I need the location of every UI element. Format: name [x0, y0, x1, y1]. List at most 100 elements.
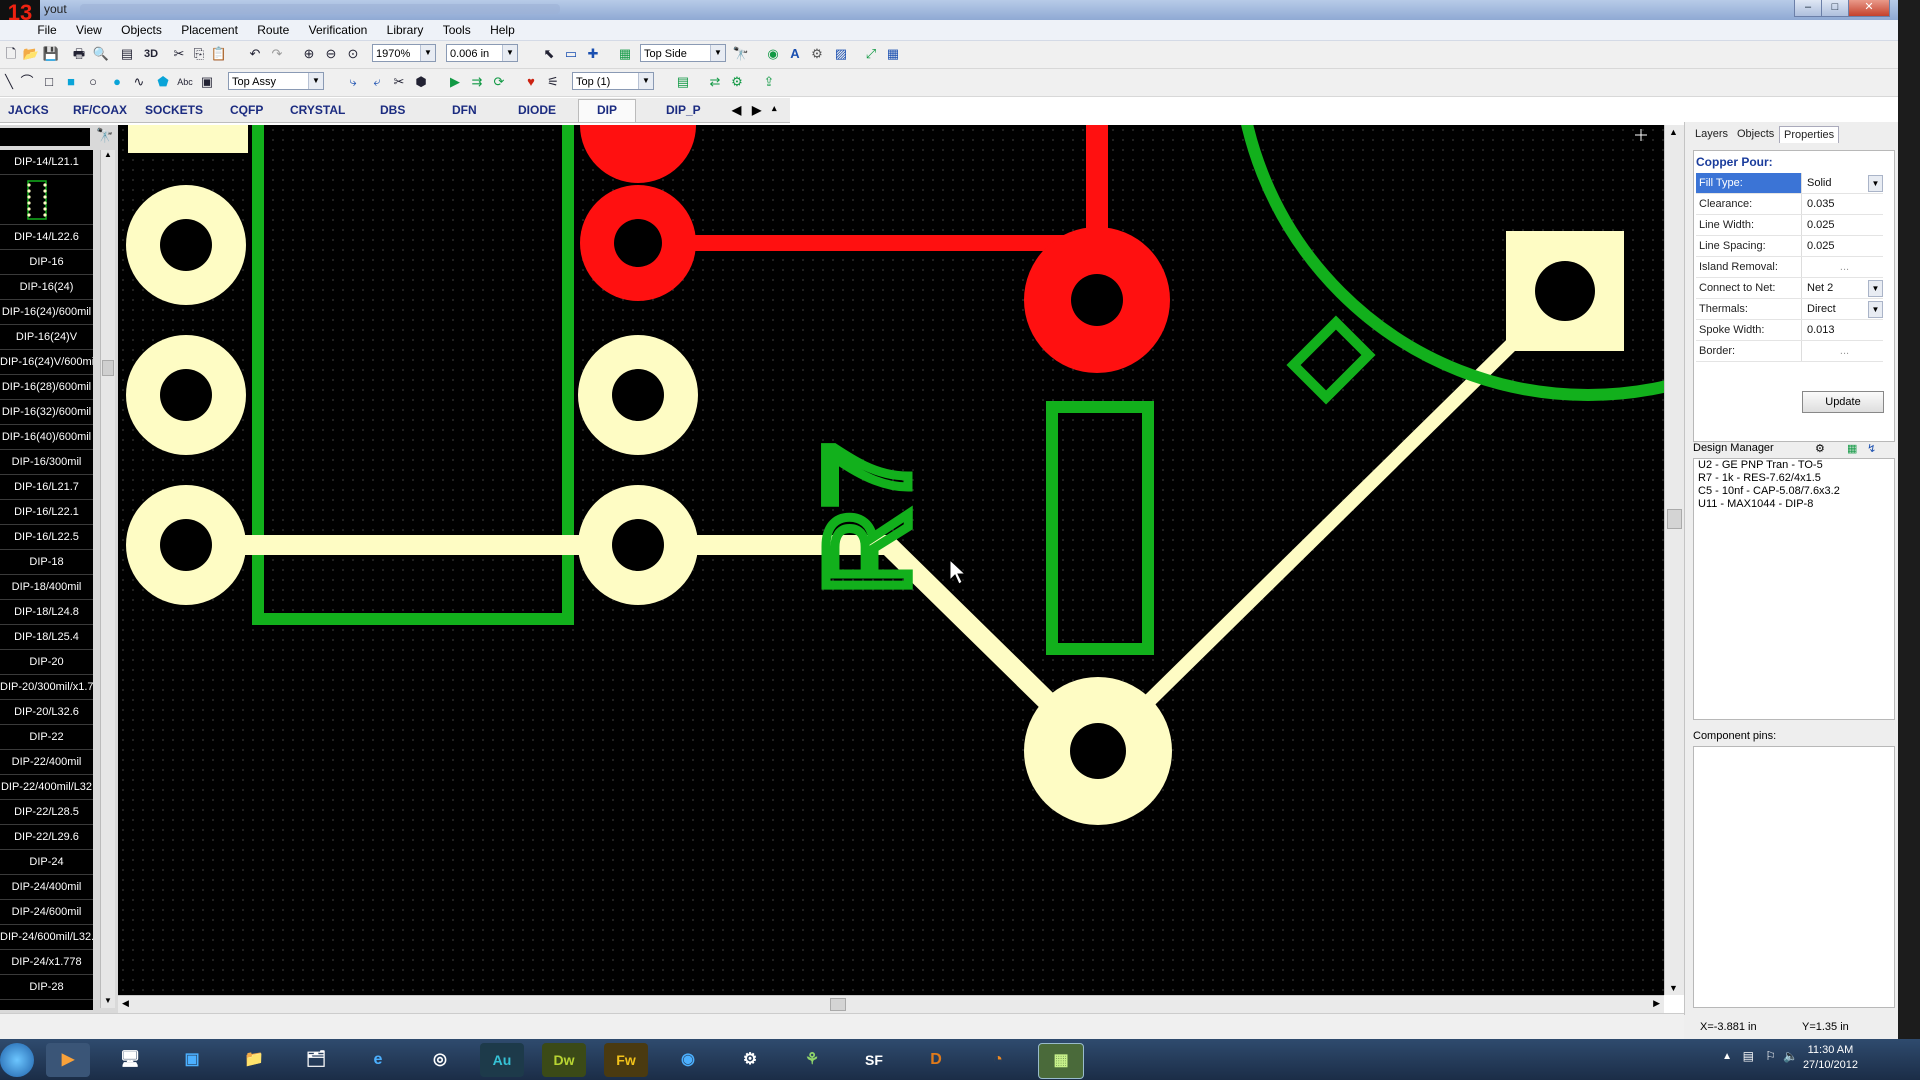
tab-diode[interactable]: DIODE [518, 103, 556, 117]
list-item[interactable]: DIP-16(24) [0, 275, 93, 300]
taskbar-app-fireworks[interactable]: Fw [604, 1043, 648, 1077]
pour-settings-icon[interactable]: ⚙ [728, 73, 746, 91]
ruler-icon[interactable]: ▭ [562, 45, 580, 63]
close-button[interactable]: ✕ [1848, 0, 1890, 17]
property-row-island-removal[interactable]: Island Removal: ... [1696, 257, 1883, 278]
copy-icon[interactable]: ⎘ [190, 45, 208, 63]
taskbar-app-sound-forge[interactable]: SF [852, 1043, 896, 1077]
print-preview-icon[interactable]: 🔍 [92, 45, 110, 63]
list-item[interactable]: U2 - GE PNP Tran - TO-5 [1694, 459, 1894, 472]
taskbar-app-folder[interactable]: 🗂 [294, 1043, 338, 1077]
design-manager-view-icon[interactable]: ▦ [1847, 442, 1857, 455]
copper-layer-select[interactable]: Top (1) ▼ [572, 72, 654, 90]
grid-icon[interactable]: ▦ [884, 45, 902, 63]
tab-layers[interactable]: Layers [1691, 126, 1732, 142]
view-3d-button[interactable]: 3D [140, 45, 162, 63]
rectangle-tool-icon[interactable]: □ [40, 73, 58, 91]
layer-stack-icon[interactable]: ▦ [616, 45, 634, 63]
menu-verification[interactable]: Verification [301, 20, 376, 37]
print-icon[interactable]: 🖶 [70, 45, 88, 63]
list-item[interactable]: DIP-16(24)/600mil [0, 300, 93, 325]
list-item[interactable]: DIP-16/L21.7 [0, 475, 93, 500]
menu-route[interactable]: Route [249, 20, 297, 37]
list-item[interactable]: DIP-14/L21.1 [0, 150, 93, 175]
tab-dfn[interactable]: DFN [452, 103, 477, 117]
list-item[interactable]: DIP-18/L24.8 [0, 600, 93, 625]
list-item[interactable]: DIP-16/L22.5 [0, 525, 93, 550]
list-item[interactable]: DIP-22 [0, 725, 93, 750]
tab-objects[interactable]: Objects [1733, 126, 1778, 142]
zoom-select[interactable]: 1970% ▼ [372, 44, 436, 62]
tab-sockets[interactable]: SOCKETS [145, 103, 203, 117]
menu-view[interactable]: View [68, 20, 110, 37]
redo-icon[interactable]: ↷ [268, 45, 286, 63]
new-file-icon[interactable]: 🗋 [2, 45, 20, 63]
taskbar-app-steam[interactable]: ⚙ [728, 1043, 772, 1077]
system-clock[interactable]: 11:30 AM 27/10/2012 [1803, 1043, 1858, 1073]
via-icon[interactable]: ⬢ [412, 73, 430, 91]
taskbar-app-media-player[interactable]: ▶ [46, 1043, 90, 1077]
assembly-layer-select[interactable]: Top Assy ▼ [228, 72, 324, 90]
list-item[interactable]: DIP-16/L22.1 [0, 500, 93, 525]
text-label-tool-icon[interactable]: Abc [176, 73, 194, 91]
filled-rect-tool-icon[interactable]: ■ [62, 73, 80, 91]
list-item[interactable]: DIP-24/x1.778 [0, 950, 93, 975]
pointer-icon[interactable]: ⬉ [540, 45, 558, 63]
menu-library[interactable]: Library [379, 20, 432, 37]
list-item[interactable]: DIP-24/400mil [0, 875, 93, 900]
taskbar-app-setup[interactable]: 🖥 [108, 1043, 152, 1077]
route-icon[interactable]: ⤷ [344, 73, 362, 91]
taskbar-app-dreamweaver[interactable]: Dw [542, 1043, 586, 1077]
list-item[interactable]: DIP-22/L28.5 [0, 800, 93, 825]
property-row-thermals[interactable]: Thermals: Direct ▼ [1696, 299, 1883, 320]
footprint-preview[interactable] [0, 175, 93, 225]
canvas-horizontal-scrollbar[interactable]: ◀ ▶ [118, 995, 1664, 1014]
image-tool-icon[interactable]: ▣ [198, 73, 216, 91]
list-item[interactable]: C5 - 10nf - CAP-5.08/7.6x3.2 [1694, 485, 1894, 498]
list-item[interactable]: DIP-18/L25.4 [0, 625, 93, 650]
tab-dbs[interactable]: DBS [380, 103, 405, 117]
save-icon[interactable]: 💾 [42, 45, 60, 63]
grid-size-select[interactable]: 0.006 in ▼ [446, 44, 518, 62]
polyline-tool-icon[interactable]: ∿ [130, 73, 148, 91]
menu-help[interactable]: Help [482, 20, 523, 37]
menu-placement[interactable]: Placement [173, 20, 246, 37]
menu-tools[interactable]: Tools [435, 20, 479, 37]
list-item[interactable]: DIP-24/600mil [0, 900, 93, 925]
drc-icon[interactable]: ♥ [522, 73, 540, 91]
line-tool-icon[interactable]: ╲ [0, 73, 18, 91]
list-item[interactable]: DIP-14/L22.6 [0, 225, 93, 250]
tab-dip-p[interactable]: DIP_P [666, 103, 701, 117]
design-manager-route-icon[interactable]: ↯ [1867, 442, 1876, 455]
tab-dip[interactable]: DIP [578, 99, 637, 122]
layers-icon[interactable]: ▤ [118, 45, 136, 63]
list-item[interactable]: DIP-16(40)/600mil [0, 425, 93, 450]
list-item[interactable]: U11 - MAX1044 - DIP-8 [1694, 498, 1894, 511]
list-item[interactable]: DIP-18/400mil [0, 575, 93, 600]
property-row-line-spacing[interactable]: Line Spacing: 0.025 [1696, 236, 1883, 257]
list-item[interactable]: DIP-16(28)/600mil [0, 375, 93, 400]
paste-icon[interactable]: 📋 [210, 45, 228, 63]
update-button[interactable]: Update [1802, 391, 1884, 413]
maximize-button[interactable]: □ [1821, 0, 1849, 17]
tab-rf-coax[interactable]: RF/COAX [73, 103, 127, 117]
property-row-connect-to-net[interactable]: Connect to Net: Net 2 ▼ [1696, 278, 1883, 299]
filled-ellipse-tool-icon[interactable]: ● [108, 73, 126, 91]
list-item[interactable]: R7 - 1k - RES-7.62/4x1.5 [1694, 472, 1894, 485]
taskbar-app-audition[interactable]: Au [480, 1043, 524, 1077]
binoculars-icon[interactable]: 🔭 [96, 127, 113, 144]
export-icon[interactable]: ⇪ [760, 73, 778, 91]
minimize-button[interactable]: – [1794, 0, 1822, 17]
tray-network-icon[interactable]: ▤ [1743, 1049, 1754, 1063]
zoom-in-icon[interactable]: ⊕ [300, 45, 318, 63]
taskbar-app-internet-explorer[interactable]: e [356, 1043, 400, 1077]
taskbar-app-explorer[interactable]: 📁 [232, 1043, 276, 1077]
undo-icon[interactable]: ↶ [246, 45, 264, 63]
copper-pour-icon[interactable]: ▤ [674, 73, 692, 91]
start-button[interactable] [0, 1043, 34, 1077]
footprint-list-scrollbar[interactable]: ▲ ▼ [100, 150, 115, 1008]
tray-volume-icon[interactable]: 🔈 [1783, 1049, 1798, 1063]
tab-jacks[interactable]: JACKS [8, 103, 49, 117]
tab-scroll-right-icon[interactable]: ▶ [752, 103, 761, 117]
taskbar-app-camera[interactable]: ◎ [418, 1043, 462, 1077]
